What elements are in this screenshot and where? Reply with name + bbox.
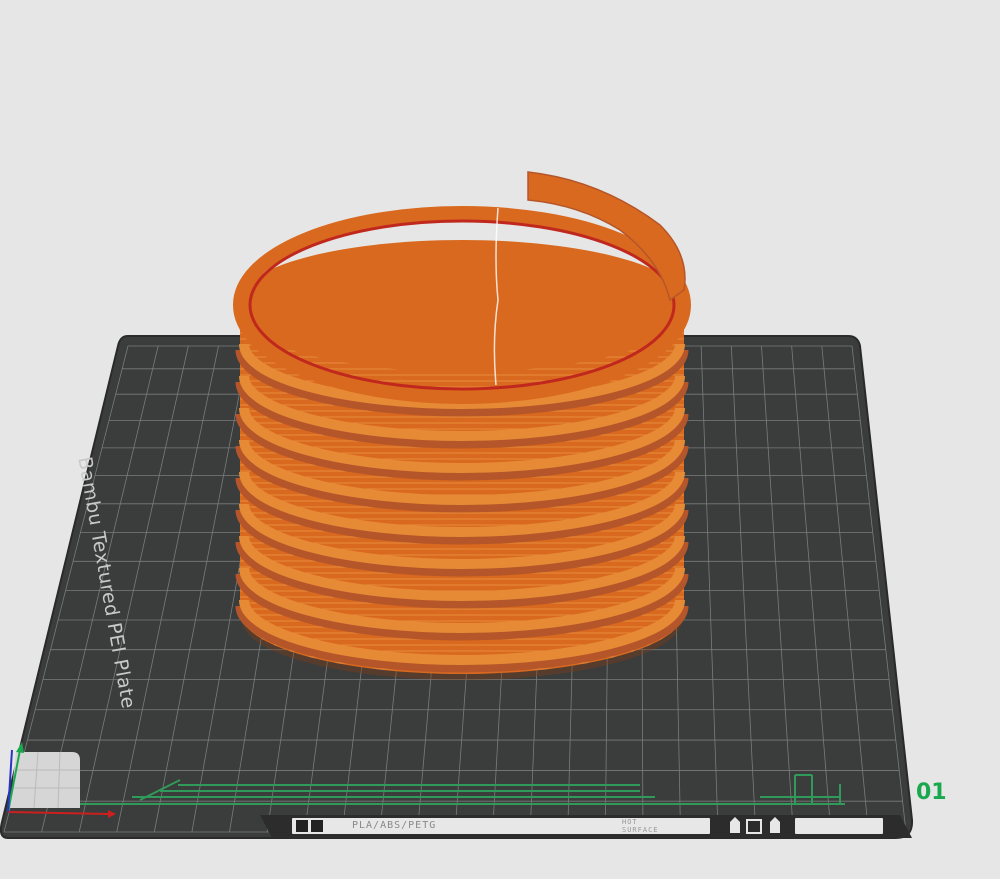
warning-line-2: SURFACE xyxy=(622,826,659,834)
filament-types-label: PLA/ABS/PETG xyxy=(352,820,437,831)
plate-slot xyxy=(795,818,883,834)
hot-surface-warning: HOT SURFACE xyxy=(622,818,659,834)
scene-canvas[interactable] xyxy=(0,0,1000,875)
plate-number[interactable]: 01 xyxy=(916,780,947,805)
plate-tag-icon xyxy=(311,820,323,832)
plate-qr-icon xyxy=(296,820,308,832)
warning-line-1: HOT xyxy=(622,818,638,826)
3d-viewport[interactable]: Bambu Textured PEI Plate 01 PLA/ABS/PETG… xyxy=(0,0,1000,875)
spiral-model[interactable] xyxy=(233,171,691,674)
